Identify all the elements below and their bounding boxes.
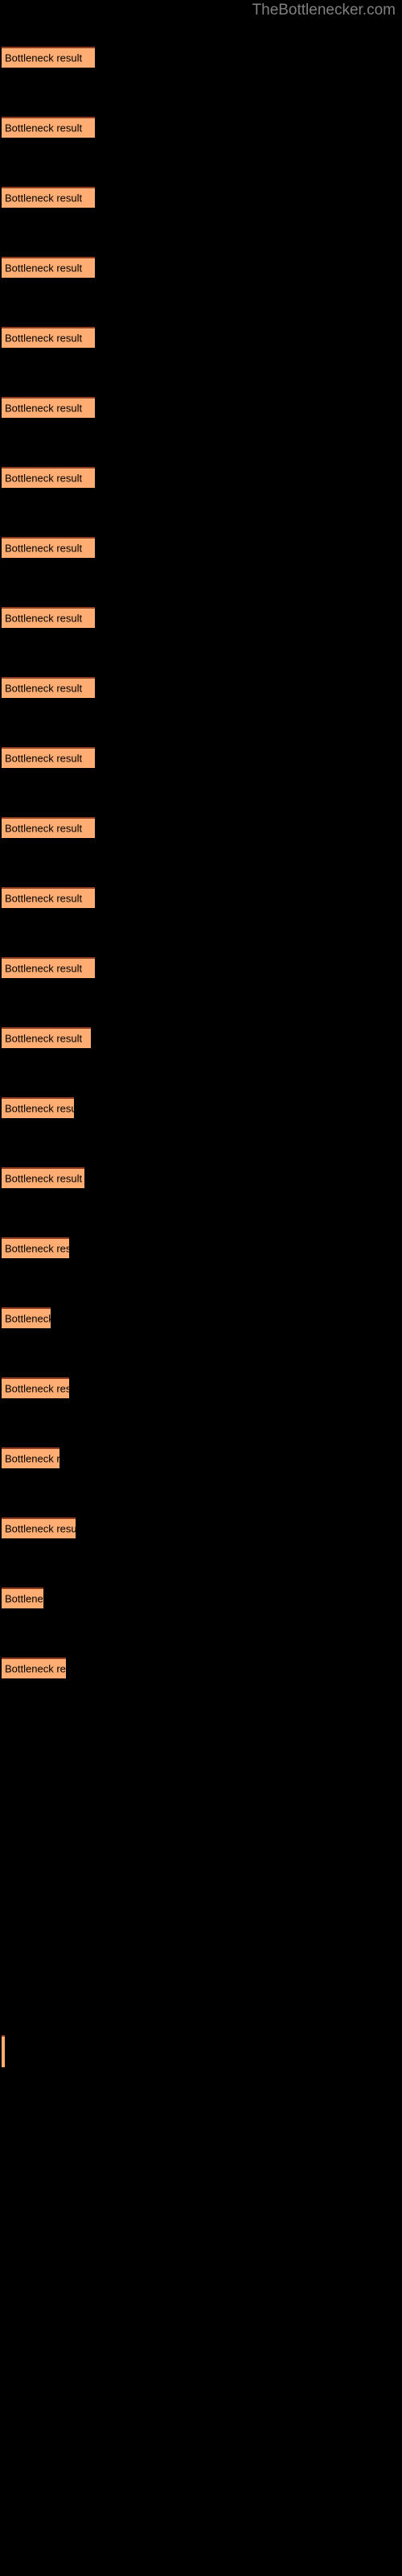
bar-item: Bottleneck result bbox=[2, 1097, 74, 1118]
bar-label: Bottleneck result bbox=[5, 52, 83, 64]
bar-item: Bottleneck result bbox=[2, 1307, 51, 1328]
bar-item: Bottleneck result bbox=[2, 747, 95, 768]
bar-item: Bottleneck result bbox=[2, 467, 95, 488]
bar-label: Bottleneck result bbox=[5, 1592, 43, 1605]
bar-item: Bottleneck result bbox=[2, 537, 95, 558]
bar-item: Bottleneck result bbox=[2, 47, 95, 68]
bar-item: Bottleneck result bbox=[2, 1027, 91, 1048]
bar-label: Bottleneck result bbox=[5, 472, 83, 485]
bar-label: Bottleneck result bbox=[5, 612, 83, 625]
bar-label: Bottleneck result bbox=[5, 682, 83, 695]
bar-item: Bottleneck result bbox=[2, 1517, 76, 1538]
bar-label: Bottleneck result bbox=[5, 962, 83, 975]
bar-label: Bottleneck result bbox=[5, 1452, 59, 1465]
bar-item: Bottleneck result bbox=[2, 1237, 69, 1258]
bar-item: Bottleneck result bbox=[2, 607, 95, 628]
bar-label: Bottleneck result bbox=[5, 122, 83, 134]
bar-label: Bottleneck result bbox=[5, 1522, 76, 1535]
bar-label: Bottleneck result bbox=[5, 262, 83, 275]
bar-series: Bottleneck result Bottleneck result Bottle… bbox=[0, 0, 402, 2576]
bar-label: Bottleneck result bbox=[5, 1032, 83, 1045]
bar-item: Bottleneck result bbox=[2, 397, 95, 418]
bar-item: Bottleneck result bbox=[2, 817, 95, 838]
bottleneck-chart: TheBottlenecker.com Bottleneck result Bot… bbox=[0, 0, 402, 2576]
bar-item: Bottleneck result bbox=[2, 1587, 43, 1608]
bar-item: Bottleneck result bbox=[2, 1377, 69, 1398]
bar-label: Bottleneck result bbox=[5, 192, 83, 204]
bar-label: Bottleneck result bbox=[5, 1172, 83, 1185]
bar-label: Bottleneck result bbox=[5, 892, 83, 905]
bar-item: Bottleneck result bbox=[2, 887, 95, 908]
bar-label: Bottleneck result bbox=[5, 1242, 69, 1255]
bar-label: Bottleneck result bbox=[5, 332, 83, 345]
bar-item: Bottleneck result bbox=[2, 327, 95, 348]
bar-label: Bottleneck result bbox=[5, 542, 83, 555]
bar-item: Bottleneck result bbox=[2, 957, 95, 978]
bar-label: Bottleneck result bbox=[5, 1102, 74, 1115]
bar-label: Bottleneck result bbox=[5, 402, 83, 415]
bar-item: Bottleneck result bbox=[2, 187, 95, 208]
bar-item: Bottleneck result bbox=[2, 1167, 84, 1188]
bar-label: Bottleneck result bbox=[5, 1662, 66, 1675]
bar-label: Bottleneck result bbox=[5, 752, 83, 765]
bar-item: Bottleneck result bbox=[2, 1657, 66, 1678]
bar-label: Bottleneck result bbox=[5, 822, 83, 835]
bar-label: Bottleneck result bbox=[5, 1382, 69, 1395]
bar-item: Bottleneck result bbox=[2, 1447, 59, 1468]
bar-label: Bottleneck result bbox=[5, 1312, 51, 1325]
bar-sliver bbox=[2, 2035, 5, 2067]
bar-item: Bottleneck result bbox=[2, 677, 95, 698]
bar-item: Bottleneck result bbox=[2, 257, 95, 278]
bar-item: Bottleneck result bbox=[2, 117, 95, 138]
